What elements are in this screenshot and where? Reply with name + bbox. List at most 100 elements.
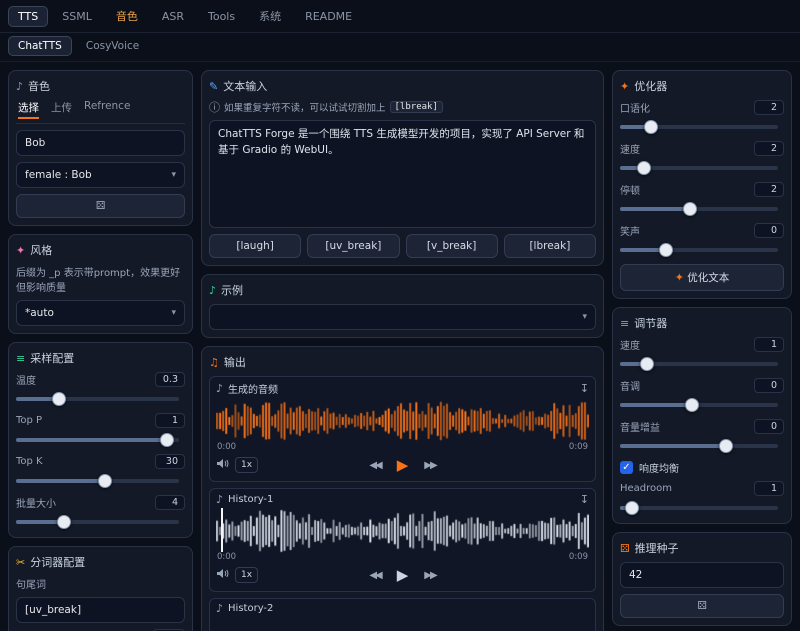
history-1-waveform[interactable]: 0:00 0:09 (216, 508, 589, 560)
break-value[interactable]: 2 (754, 182, 784, 197)
voice-name-input[interactable]: Bob (16, 130, 185, 156)
top-k-value[interactable]: 30 (155, 454, 185, 469)
temperature-value[interactable]: 0.3 (155, 372, 185, 387)
speed-button[interactable]: 1x (235, 457, 258, 473)
style-panel-title: 风格 (30, 242, 52, 258)
sub-nav: ChatTTS CosyVoice (0, 33, 800, 62)
generated-waveform[interactable]: 0:00 0:09 (216, 398, 589, 450)
gain-slider[interactable] (620, 444, 778, 448)
voice-dropdown-value: female : Bob (25, 169, 92, 181)
history-1-label: History-1 (228, 494, 273, 505)
chevron-down-icon: ▾ (582, 312, 587, 322)
top-k-slider-block: Top K 30 (16, 454, 185, 489)
seed-input[interactable]: 42 (620, 562, 784, 588)
tts-text-area[interactable]: ChatTTS Forge 是一个围绕 TTS 生成模型开发的项目，实现了 AP… (209, 120, 596, 228)
headroom-label: Headroom (620, 483, 672, 494)
voice-tab-select[interactable]: 选择 (18, 100, 39, 119)
headroom-slider[interactable] (620, 506, 778, 510)
temperature-slider[interactable] (16, 397, 179, 401)
volume-icon[interactable] (216, 458, 229, 472)
sampling-icon: ≡ (16, 353, 25, 364)
token-laugh-button[interactable]: [laugh] (209, 234, 301, 258)
skip-forward-button[interactable]: ▶▶ (424, 570, 435, 581)
seed-icon: ⚄ (620, 543, 630, 554)
batch-size-value[interactable]: 4 (155, 495, 185, 510)
top-p-value[interactable]: 1 (155, 413, 185, 428)
oral-value[interactable]: 2 (754, 100, 784, 115)
voice-dropdown[interactable]: female : Bob ▾ (16, 162, 185, 188)
break-slider[interactable] (620, 207, 778, 211)
download-icon[interactable]: ↧ (580, 382, 589, 395)
laugh-value[interactable]: 0 (754, 223, 784, 238)
tab-asr[interactable]: ASR (152, 6, 194, 27)
playhead-cursor[interactable] (221, 508, 223, 552)
download-icon[interactable]: ↧ (580, 493, 589, 506)
random-seed-button[interactable]: ⚄ (620, 594, 784, 618)
pitch-slider[interactable] (620, 403, 778, 407)
token-uv-break-button[interactable]: [uv_break] (307, 234, 399, 258)
tab-ssml[interactable]: SSML (52, 6, 102, 27)
voice-tabs: 选择 上传 Refrence (16, 100, 185, 124)
token-v-break-button[interactable]: [v_break] (406, 234, 498, 258)
eos-input[interactable]: [uv_break] (16, 597, 185, 623)
speed-button[interactable]: 1x (235, 567, 258, 583)
examples-icon: ♪ (209, 285, 216, 296)
examples-dropdown[interactable]: ▾ (209, 304, 596, 330)
adj-speed-slider[interactable] (620, 362, 778, 366)
tab-voice[interactable]: 音色 (106, 4, 148, 28)
middle-column: ✎ 文本输入 ⓘ 如果重复字符不读，可以试试切割加上 [lbreak] Chat… (201, 70, 604, 631)
top-p-slider-block: Top P 1 (16, 413, 185, 448)
top-p-slider[interactable] (16, 438, 179, 442)
tab-cosyvoice[interactable]: CosyVoice (76, 36, 149, 56)
style-dropdown[interactable]: *auto ▾ (16, 300, 185, 326)
text-input-hint: ⓘ 如果重复字符不读，可以试试切割加上 [lbreak] (209, 100, 596, 114)
splitter-panel: ✂ 分词器配置 句尾词 [uv_break] 分词阈值 100 (8, 546, 193, 631)
volume-icon[interactable] (216, 568, 229, 582)
adjuster-icon: ≡ (620, 318, 629, 329)
pitch-value[interactable]: 0 (754, 378, 784, 393)
refiner-icon: ✦ (620, 81, 629, 92)
skip-forward-button[interactable]: ▶▶ (424, 460, 435, 471)
tab-chattts[interactable]: ChatTTS (8, 36, 72, 56)
refiner-panel: ✦ 优化器 口语化 2 速度 2 停顿 2 (612, 70, 792, 299)
skip-back-button[interactable]: ◀◀ (369, 570, 380, 581)
speed-slider[interactable] (620, 166, 778, 170)
time-start: 0:00 (217, 442, 236, 452)
history-2-label: History-2 (228, 603, 273, 614)
adjuster-panel: ≡ 调节器 速度 1 音调 0 音量增益 0 (612, 307, 792, 524)
headroom-value[interactable]: 1 (754, 481, 784, 496)
skip-back-button[interactable]: ◀◀ (369, 460, 380, 471)
oral-slider[interactable] (620, 125, 778, 129)
loudness-eq-checkbox[interactable]: ✓ 响度均衡 (620, 460, 784, 475)
main-content: ♪ 音色 选择 上传 Refrence Bob female : Bob ▾ ⚄… (0, 62, 800, 631)
tab-system[interactable]: 系统 (249, 4, 291, 28)
voice-tab-reference[interactable]: Refrence (84, 100, 130, 119)
sampling-panel: ≡ 采样配置 温度 0.3 Top P 1 Top K (8, 342, 193, 538)
laugh-slider[interactable] (620, 248, 778, 252)
music-icon: ♪ (216, 383, 223, 394)
token-lbreak-button[interactable]: [lbreak] (504, 234, 596, 258)
refine-text-button[interactable]: ✦ 优化文本 (620, 264, 784, 291)
splitter-icon: ✂ (16, 557, 25, 568)
adj-speed-label: 速度 (620, 337, 640, 352)
tab-tools[interactable]: Tools (198, 6, 245, 27)
temperature-label: 温度 (16, 372, 36, 387)
top-k-slider[interactable] (16, 479, 179, 483)
break-label: 停顿 (620, 182, 640, 197)
batch-size-label: 批量大小 (16, 495, 56, 510)
tab-tts[interactable]: TTS (8, 6, 48, 27)
sampling-panel-title: 采样配置 (30, 350, 74, 366)
voice-random-button[interactable]: ⚄ (16, 194, 185, 218)
left-column: ♪ 音色 选择 上传 Refrence Bob female : Bob ▾ ⚄… (8, 70, 193, 631)
play-button[interactable]: ▶ (397, 566, 409, 584)
gain-value[interactable]: 0 (754, 419, 784, 434)
pitch-label: 音调 (620, 378, 640, 393)
voice-tab-upload[interactable]: 上传 (51, 100, 72, 119)
play-button[interactable]: ▶ (397, 456, 409, 474)
batch-size-slider[interactable] (16, 520, 179, 524)
speed-value[interactable]: 2 (754, 141, 784, 156)
gain-label: 音量增益 (620, 419, 660, 434)
adj-speed-value[interactable]: 1 (754, 337, 784, 352)
top-k-label: Top K (16, 456, 43, 467)
tab-readme[interactable]: README (295, 6, 362, 27)
